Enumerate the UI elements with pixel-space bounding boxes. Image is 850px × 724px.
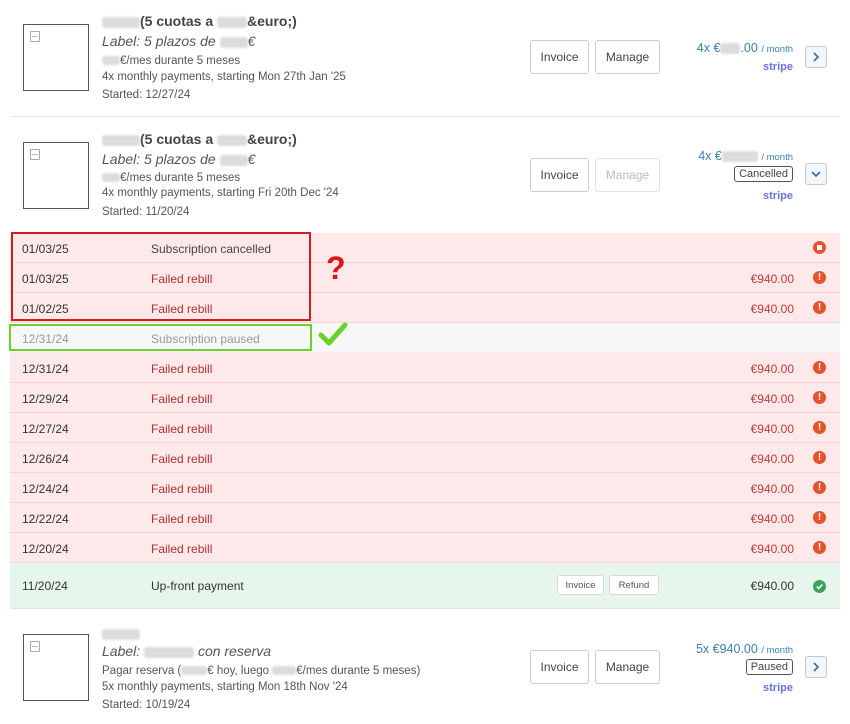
subscription-title: (5 cuotas a &euro;) — [102, 131, 297, 147]
error-icon: ! — [813, 511, 826, 524]
event-row: 12/31/24 Failed rebill €940.00 ! — [10, 353, 840, 383]
payment-provider: stripe — [763, 61, 793, 73]
subscription-amount: 5x €940.00 / month — [695, 642, 793, 656]
invoice-button[interactable]: Invoice — [530, 158, 589, 192]
check-icon — [813, 580, 826, 593]
product-thumbnail — [23, 634, 89, 701]
started-date: Started: 10/19/24 — [102, 699, 191, 711]
event-description: Failed rebill — [151, 392, 213, 406]
event-amount: €940.00 — [750, 512, 794, 526]
event-description: Failed rebill — [151, 422, 213, 436]
error-icon: ! — [813, 421, 826, 434]
status-badge: Paused — [745, 659, 793, 675]
event-date: 12/24/24 — [22, 482, 69, 496]
event-date: 12/22/24 — [22, 512, 69, 526]
event-amount: €940.00 — [750, 392, 794, 406]
event-amount: €940.00 — [750, 482, 794, 496]
event-row: 12/20/24 Failed rebill €940.00 ! — [10, 533, 840, 563]
event-date: 12/29/24 — [22, 392, 69, 406]
subscription-description: €/mes durante 5 meses — [102, 172, 240, 184]
annotation-red-box — [11, 232, 311, 321]
event-row: 12/29/24 Failed rebill €940.00 ! — [10, 383, 840, 413]
green-checkmark-icon — [318, 322, 348, 346]
stop-icon — [813, 241, 826, 254]
event-amount: €940.00 — [750, 422, 794, 436]
event-row: 12/26/24 Failed rebill €940.00 ! — [10, 443, 840, 473]
chevron-right-icon — [813, 662, 820, 672]
refund-button[interactable]: Refund — [609, 575, 659, 595]
subscription-title: (5 cuotas a &euro;) — [102, 13, 297, 29]
chevron-down-icon — [811, 171, 821, 178]
error-icon: ! — [813, 301, 826, 314]
error-icon: ! — [813, 361, 826, 374]
collapse-button[interactable] — [805, 163, 827, 185]
error-icon: ! — [813, 451, 826, 464]
upfront-payment-row: 11/20/24 Up-front payment Invoice Refund… — [10, 563, 840, 609]
manage-button[interactable]: Manage — [595, 650, 660, 684]
manage-button[interactable]: Manage — [595, 158, 660, 192]
invoice-button[interactable]: Invoice — [530, 40, 589, 74]
subscription-card: (5 cuotas a &euro;) Label: 5 plazos de €… — [10, 0, 840, 117]
event-description: Failed rebill — [151, 452, 213, 466]
event-description: Failed rebill — [151, 512, 213, 526]
invoice-button[interactable]: Invoice — [530, 650, 589, 684]
product-thumbnail — [23, 142, 89, 209]
event-date: 12/26/24 — [22, 452, 69, 466]
event-description: Failed rebill — [151, 362, 213, 376]
error-icon: ! — [813, 271, 826, 284]
started-date: Started: 12/27/24 — [102, 89, 191, 101]
payment-schedule: 4x monthly payments, starting Fri 20th D… — [102, 187, 339, 199]
event-amount: €940.00 — [750, 452, 794, 466]
subscription-card: (5 cuotas a &euro;) Label: 5 plazos de €… — [10, 117, 840, 233]
manage-button[interactable]: Manage — [595, 40, 660, 74]
event-description: Up-front payment — [151, 579, 244, 593]
event-amount: €940.00 — [750, 362, 794, 376]
event-date: 11/20/24 — [22, 579, 68, 593]
question-mark-annotation: ? — [326, 250, 346, 286]
event-description: Failed rebill — [151, 542, 213, 556]
event-description: Failed rebill — [151, 482, 213, 496]
event-date: 12/20/24 — [22, 542, 69, 556]
started-date: Started: 11/20/24 — [102, 206, 190, 218]
payment-schedule: 4x monthly payments, starting Mon 27th J… — [102, 71, 346, 83]
annotation-green-box — [9, 324, 312, 351]
subscription-label: Label: 5 plazos de € — [102, 33, 256, 49]
payment-provider: stripe — [763, 682, 793, 694]
upfront-invoice-button[interactable]: Invoice — [557, 575, 604, 595]
image-placeholder-icon — [30, 31, 40, 42]
chevron-right-icon — [813, 52, 820, 62]
event-amount: €940.00 — [750, 579, 794, 593]
subscription-description: Pagar reserva (€ hoy, luego €/mes durant… — [102, 665, 421, 677]
checkmark-glyph — [816, 583, 823, 590]
image-placeholder-icon — [30, 641, 40, 652]
payment-provider: stripe — [763, 190, 793, 202]
subscription-title — [102, 625, 140, 641]
subscription-card: Label: con reserva Pagar reserva (€ hoy,… — [10, 609, 840, 724]
event-amount: €940.00 — [750, 542, 794, 556]
event-row: 12/27/24 Failed rebill €940.00 ! — [10, 413, 840, 443]
error-icon: ! — [813, 541, 826, 554]
image-placeholder-icon — [30, 149, 40, 160]
subscription-description: €/mes durante 5 meses — [102, 55, 240, 67]
event-amount: €940.00 — [750, 272, 794, 286]
error-icon: ! — [813, 481, 826, 494]
event-row: 12/22/24 Failed rebill €940.00 ! — [10, 503, 840, 533]
expand-button[interactable] — [805, 46, 827, 68]
subscription-amount: 4x € / month — [698, 149, 793, 163]
subscription-label: Label: 5 plazos de € — [102, 151, 256, 167]
subscription-label: Label: con reserva — [102, 643, 272, 659]
event-amount: €940.00 — [750, 302, 794, 316]
expand-button[interactable] — [805, 656, 827, 678]
event-date: 12/27/24 — [22, 422, 69, 436]
subscription-amount: 4x € .00 / month — [696, 41, 793, 55]
error-icon: ! — [813, 391, 826, 404]
payment-schedule: 5x monthly payments, starting Mon 18th N… — [102, 681, 348, 693]
product-thumbnail — [23, 24, 89, 91]
status-badge: Cancelled — [734, 166, 793, 182]
event-row: 12/24/24 Failed rebill €940.00 ! — [10, 473, 840, 503]
event-date: 12/31/24 — [22, 362, 69, 376]
